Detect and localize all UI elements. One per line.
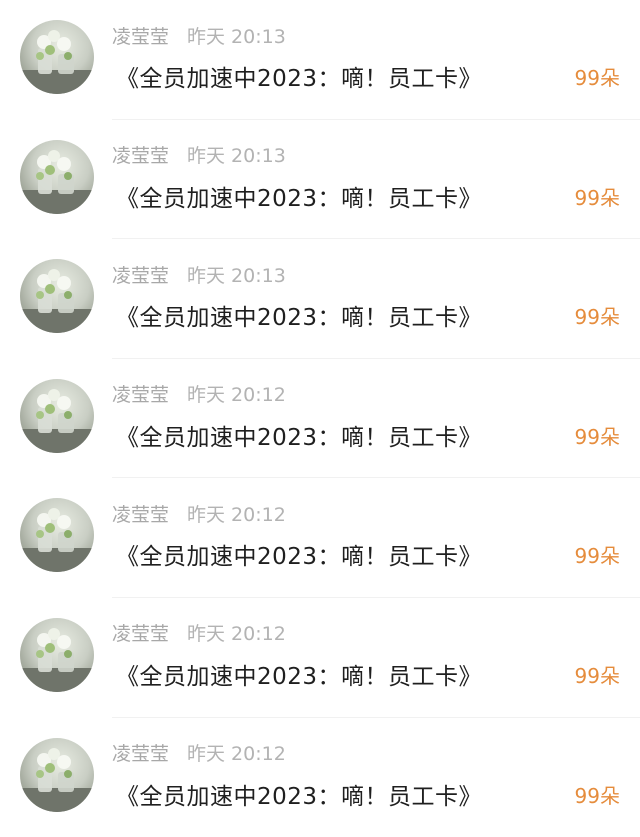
list-item[interactable]: 凌莹莹 昨天 20:12 《全员加速中2023：嘀！员工卡》 99朵	[0, 718, 640, 837]
timestamp: 昨天 20:12	[187, 384, 286, 407]
list-item[interactable]: 凌莹莹 昨天 20:13 《全员加速中2023：嘀！员工卡》 99朵	[0, 0, 640, 120]
item-meta: 凌莹莹 昨天 20:12	[112, 500, 286, 526]
item-content: 《全员加速中2023：嘀！员工卡》	[116, 663, 483, 690]
item-content: 《全员加速中2023：嘀！员工卡》	[116, 424, 483, 451]
reward-count: 99朵	[574, 544, 620, 569]
item-content: 《全员加速中2023：嘀！员工卡》	[116, 66, 483, 92]
list-item[interactable]: 凌莹莹 昨天 20:12 《全员加速中2023：嘀！员工卡》 99朵	[0, 598, 640, 718]
avatar[interactable]	[20, 20, 94, 94]
item-meta: 凌莹莹 昨天 20:12	[112, 740, 286, 766]
reward-count: 99朵	[574, 66, 620, 90]
avatar[interactable]	[20, 737, 94, 812]
avatar[interactable]	[20, 498, 94, 573]
user-name[interactable]: 凌莹莹	[112, 141, 169, 168]
user-name[interactable]: 凌莹莹	[112, 261, 169, 288]
item-meta: 凌莹莹 昨天 20:13	[112, 142, 286, 168]
timestamp: 昨天 20:13	[187, 25, 286, 48]
gift-record-list: 凌莹莹 昨天 20:13 《全员加速中2023：嘀！员工卡》 99朵 凌莹莹 昨…	[0, 0, 640, 823]
timestamp: 昨天 20:12	[187, 503, 286, 526]
list-item[interactable]: 凌莹莹 昨天 20:12 《全员加速中2023：嘀！员工卡》 99朵	[0, 359, 640, 479]
user-name[interactable]: 凌莹莹	[112, 739, 169, 766]
item-content: 《全员加速中2023：嘀！员工卡》	[116, 783, 483, 810]
item-content: 《全员加速中2023：嘀！员工卡》	[116, 185, 483, 212]
reward-count: 99朵	[574, 783, 620, 808]
list-item[interactable]: 凌莹莹 昨天 20:13 《全员加速中2023：嘀！员工卡》 99朵	[0, 120, 640, 240]
item-meta: 凌莹莹 昨天 20:13	[112, 261, 286, 287]
user-name[interactable]: 凌莹莹	[112, 380, 169, 407]
item-content: 《全员加速中2023：嘀！员工卡》	[116, 305, 483, 332]
timestamp: 昨天 20:13	[187, 264, 286, 287]
item-meta: 凌莹莹 昨天 20:13	[112, 22, 286, 48]
timestamp: 昨天 20:12	[187, 623, 286, 646]
reward-count: 99朵	[574, 305, 620, 330]
reward-count: 99朵	[574, 663, 620, 688]
reward-count: 99朵	[574, 185, 620, 210]
avatar[interactable]	[20, 617, 94, 692]
timestamp: 昨天 20:12	[187, 743, 286, 766]
avatar[interactable]	[20, 259, 94, 334]
item-meta: 凌莹莹 昨天 20:12	[112, 620, 286, 646]
avatar[interactable]	[20, 139, 94, 214]
item-meta: 凌莹莹 昨天 20:12	[112, 381, 286, 407]
item-content: 《全员加速中2023：嘀！员工卡》	[116, 544, 483, 571]
user-name[interactable]: 凌莹莹	[112, 619, 169, 646]
list-item[interactable]: 凌莹莹 昨天 20:13 《全员加速中2023：嘀！员工卡》 99朵	[0, 239, 640, 359]
reward-count: 99朵	[574, 424, 620, 449]
avatar[interactable]	[20, 378, 94, 453]
user-name[interactable]: 凌莹莹	[112, 22, 169, 49]
user-name[interactable]: 凌莹莹	[112, 500, 169, 527]
list-item[interactable]: 凌莹莹 昨天 20:12 《全员加速中2023：嘀！员工卡》 99朵	[0, 478, 640, 598]
timestamp: 昨天 20:13	[187, 145, 286, 168]
